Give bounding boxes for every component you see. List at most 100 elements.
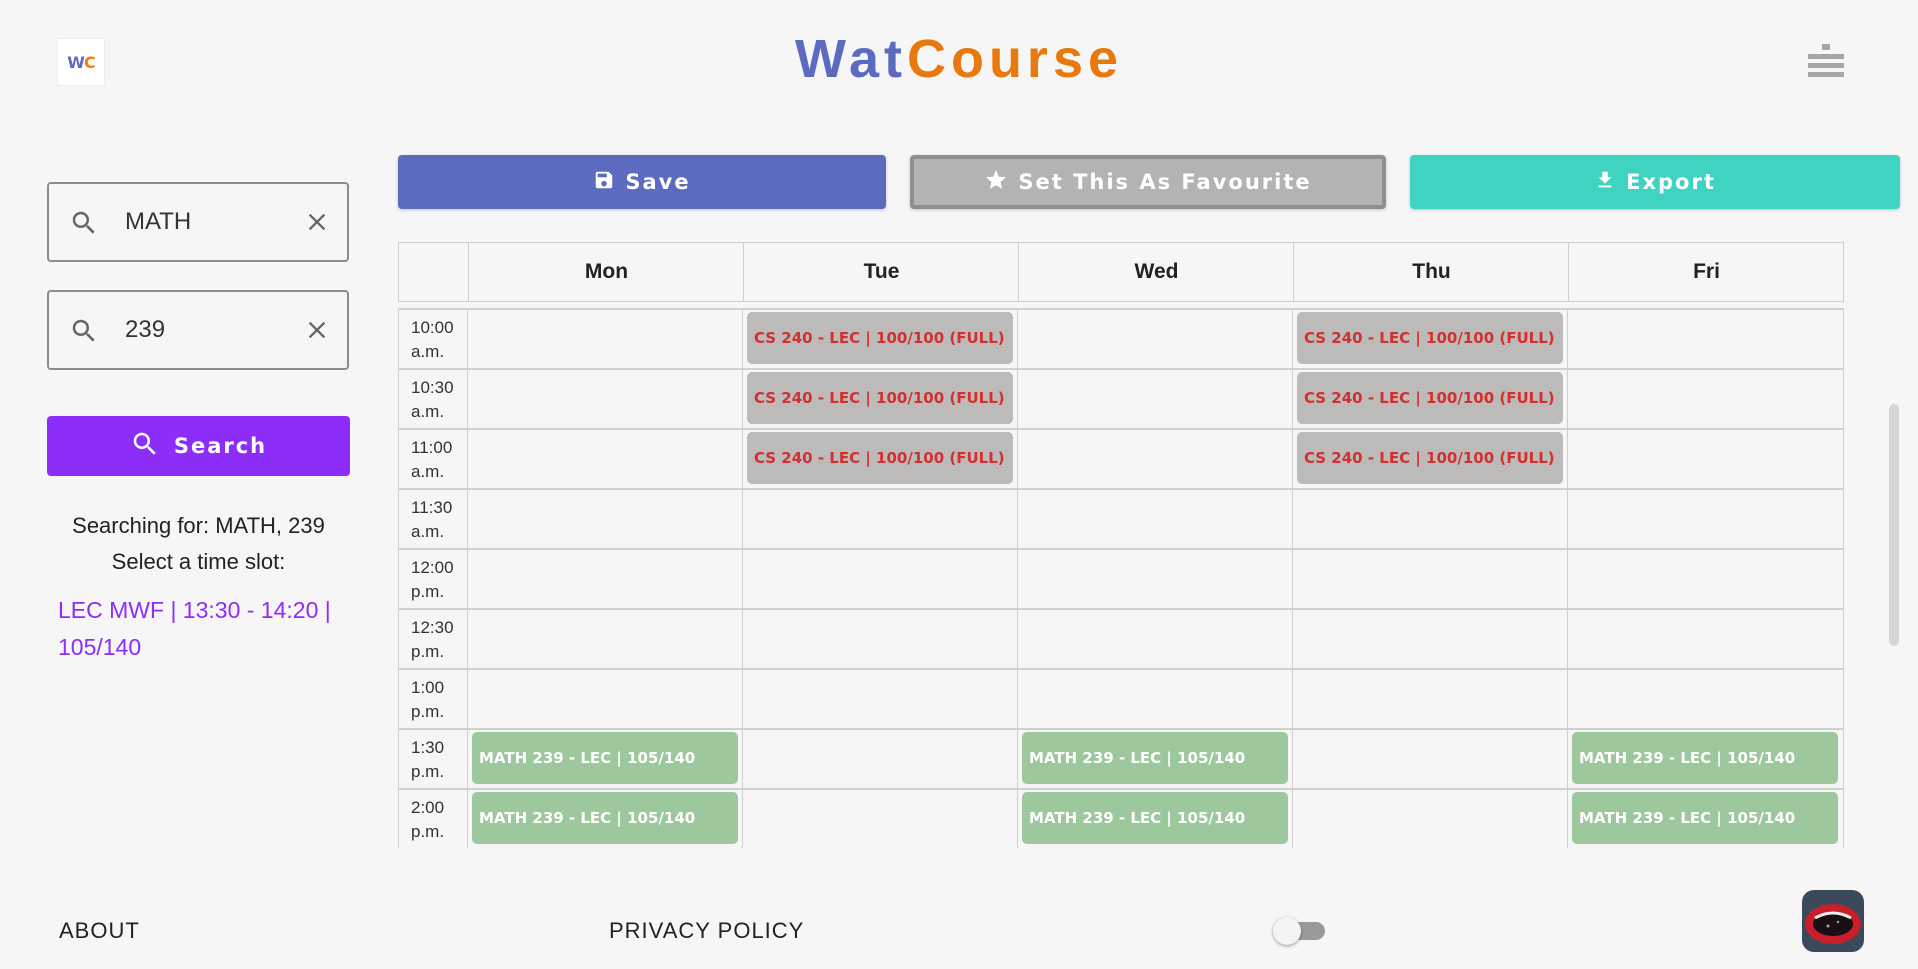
time-slot-cell-mon[interactable]	[467, 430, 742, 488]
time-slot-cell-thu[interactable]	[1292, 730, 1567, 788]
row-right-border	[1843, 790, 1844, 848]
time-slot-cell-fri[interactable]	[1567, 610, 1842, 668]
time-slot-cell-fri[interactable]	[1567, 430, 1842, 488]
save-button[interactable]: Save	[398, 155, 886, 209]
close-icon[interactable]	[303, 208, 331, 236]
time-slot-cell-thu[interactable]	[1292, 490, 1567, 548]
time-slot-cell-thu[interactable]	[1292, 790, 1567, 848]
schedule-row: 12:00 p.m.	[398, 548, 1844, 608]
time-label: 11:00 a.m.	[398, 430, 468, 488]
row-right-border	[1843, 550, 1844, 608]
time-slot-cell-wed[interactable]: MATH 239 - LEC | 105/140	[1017, 730, 1292, 788]
subject-search-input[interactable]: MATH	[47, 182, 349, 262]
course-event-block[interactable]: CS 240 - LEC | 100/100 (FULL)	[747, 372, 1013, 424]
site-title: WatCourse	[0, 28, 1918, 90]
save-button-label: Save	[625, 170, 691, 194]
time-slot-cell-wed[interactable]	[1017, 610, 1292, 668]
time-slot-cell-fri[interactable]: MATH 239 - LEC | 105/140	[1567, 790, 1842, 848]
time-slot-cell-wed[interactable]	[1017, 430, 1292, 488]
time-slot-cell-mon[interactable]	[467, 610, 742, 668]
time-slot-cell-thu[interactable]	[1292, 670, 1567, 728]
time-slot-cell-fri[interactable]	[1567, 310, 1842, 368]
time-slot-cell-mon[interactable]	[467, 550, 742, 608]
time-slot-cell-tue[interactable]	[742, 490, 1017, 548]
time-slot-cell-mon[interactable]	[467, 490, 742, 548]
course-event-block[interactable]: CS 240 - LEC | 100/100 (FULL)	[1297, 312, 1563, 364]
schedule-scrollbar[interactable]	[1889, 404, 1899, 646]
time-slot-cell-tue[interactable]	[742, 670, 1017, 728]
export-button[interactable]: Export	[1410, 155, 1900, 209]
time-label-period: p.m.	[411, 822, 445, 841]
time-slot-cell-fri[interactable]: MATH 239 - LEC | 105/140	[1567, 730, 1842, 788]
time-slot-cell-tue[interactable]: CS 240 - LEC | 100/100 (FULL)	[742, 370, 1017, 428]
time-label-period: p.m.	[411, 702, 445, 721]
time-label-period: p.m.	[411, 762, 445, 781]
time-slot-cell-fri[interactable]	[1567, 490, 1842, 548]
day-header-mon: Mon	[468, 243, 744, 301]
time-slot-cell-fri[interactable]	[1567, 370, 1842, 428]
time-slot-cell-tue[interactable]	[742, 550, 1017, 608]
course-event-block[interactable]: MATH 239 - LEC | 105/140	[1572, 792, 1838, 844]
course-number-search-input[interactable]: 239	[47, 290, 349, 370]
time-slot-cell-thu[interactable]	[1292, 610, 1567, 668]
course-event-block[interactable]: CS 240 - LEC | 100/100 (FULL)	[747, 432, 1013, 484]
time-label: 10:00 a.m.	[398, 310, 468, 368]
time-slot-cell-tue[interactable]	[742, 730, 1017, 788]
schedule-row: 11:00 a.m. CS 240 - LEC | 100/100 (FULL) CS…	[398, 428, 1844, 488]
avatar[interactable]	[1802, 890, 1864, 952]
time-slot-cell-thu[interactable]	[1292, 550, 1567, 608]
time-slot-cell-mon[interactable]: MATH 239 - LEC | 105/140	[467, 730, 742, 788]
time-slot-cell-tue[interactable]: CS 240 - LEC | 100/100 (FULL)	[742, 430, 1017, 488]
about-link[interactable]: ABOUT	[59, 918, 140, 944]
time-slot-cell-thu[interactable]: CS 240 - LEC | 100/100 (FULL)	[1292, 370, 1567, 428]
course-event-block[interactable]: MATH 239 - LEC | 105/140	[1022, 732, 1288, 784]
time-slot-cell-mon[interactable]	[467, 310, 742, 368]
export-button-label: Export	[1626, 170, 1716, 194]
course-event-block[interactable]: MATH 239 - LEC | 105/140	[1572, 732, 1838, 784]
schedule-row: 1:00 p.m.	[398, 668, 1844, 728]
time-slot-cell-tue[interactable]	[742, 790, 1017, 848]
time-slot-cell-wed[interactable]	[1017, 370, 1292, 428]
time-slot-cell-thu[interactable]: CS 240 - LEC | 100/100 (FULL)	[1292, 430, 1567, 488]
time-label-period: a.m.	[411, 522, 445, 541]
day-header-tue: Tue	[743, 243, 1019, 301]
time-slot-cell-wed[interactable]	[1017, 550, 1292, 608]
time-label-period: a.m.	[411, 342, 445, 361]
time-label: 11:30 a.m.	[398, 490, 468, 548]
time-slot-cell-mon[interactable]	[467, 670, 742, 728]
schedule-row: 12:30 p.m.	[398, 608, 1844, 668]
close-icon[interactable]	[303, 316, 331, 344]
subject-search-value[interactable]: MATH	[125, 208, 191, 236]
course-event-block[interactable]: CS 240 - LEC | 100/100 (FULL)	[1297, 432, 1563, 484]
time-label: 12:30 p.m.	[398, 610, 468, 668]
time-label-period: p.m.	[411, 582, 445, 601]
set-favourite-button[interactable]: Set This As Favourite	[910, 155, 1386, 209]
time-slot-cell-fri[interactable]	[1567, 550, 1842, 608]
menu-icon[interactable]	[1808, 44, 1844, 82]
time-slot-cell-wed[interactable]	[1017, 310, 1292, 368]
time-slot-cell-wed[interactable]: MATH 239 - LEC | 105/140	[1017, 790, 1292, 848]
time-slot-cell-tue[interactable]: CS 240 - LEC | 100/100 (FULL)	[742, 310, 1017, 368]
time-slot-cell-mon[interactable]	[467, 370, 742, 428]
course-event-block[interactable]: MATH 239 - LEC | 105/140	[472, 732, 738, 784]
course-event-block[interactable]: MATH 239 - LEC | 105/140	[1022, 792, 1288, 844]
time-label: 1:00 p.m.	[398, 670, 468, 728]
search-summary: Searching for: MATH, 239 Select a time s…	[47, 508, 350, 580]
course-event-block[interactable]: CS 240 - LEC | 100/100 (FULL)	[747, 312, 1013, 364]
search-button[interactable]: Search	[47, 416, 350, 476]
course-event-block[interactable]: CS 240 - LEC | 100/100 (FULL)	[1297, 372, 1563, 424]
row-right-border	[1843, 610, 1844, 668]
time-slot-cell-wed[interactable]	[1017, 670, 1292, 728]
time-slot-cell-fri[interactable]	[1567, 670, 1842, 728]
row-right-border	[1843, 310, 1844, 368]
privacy-policy-link[interactable]: PRIVACY POLICY	[609, 918, 804, 944]
theme-toggle[interactable]	[1273, 917, 1327, 945]
time-slot-option[interactable]: LEC MWF | 13:30 - 14:20 | 105/140	[58, 592, 348, 666]
course-event-block[interactable]: MATH 239 - LEC | 105/140	[472, 792, 738, 844]
time-slot-cell-tue[interactable]	[742, 610, 1017, 668]
course-number-search-value[interactable]: 239	[125, 316, 165, 344]
time-slot-cell-wed[interactable]	[1017, 490, 1292, 548]
time-slot-cell-thu[interactable]: CS 240 - LEC | 100/100 (FULL)	[1292, 310, 1567, 368]
time-slot-cell-mon[interactable]: MATH 239 - LEC | 105/140	[467, 790, 742, 848]
schedule-row: 10:00 a.m. CS 240 - LEC | 100/100 (FULL) CS…	[398, 308, 1844, 368]
